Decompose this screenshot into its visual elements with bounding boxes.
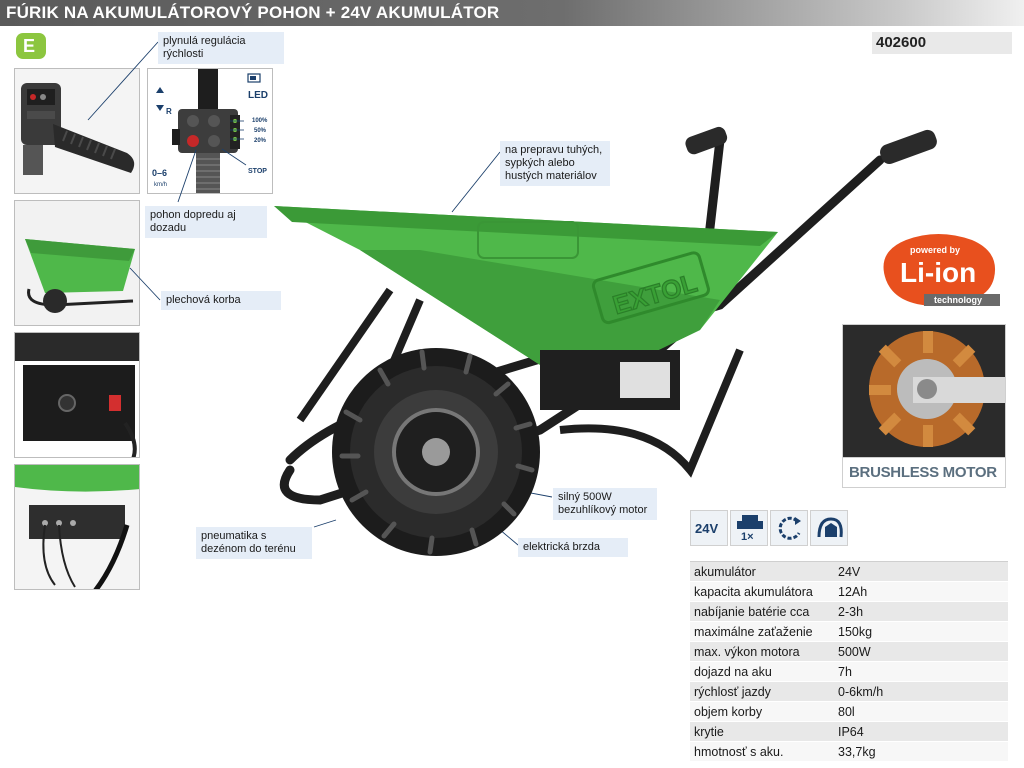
brushless-label-box: BRUSHLESS MOTOR xyxy=(843,457,1005,487)
voltage-icon-label: 24V xyxy=(695,521,719,536)
brushless-label: BRUSHLESS MOTOR xyxy=(849,464,997,481)
spec-label: objem korby xyxy=(694,705,763,719)
spec-value: IP64 xyxy=(838,725,864,739)
spec-row: hmotnosť s aku. 33,7kg xyxy=(690,742,1008,762)
spec-row: maximálne zaťaženie 150kg xyxy=(690,622,1008,642)
spec-value: 150kg xyxy=(838,625,873,639)
callout-speed-regulation: plynulá regulácia rýchlosti xyxy=(158,32,284,64)
spec-row: kapacita akumulátora 12Ah xyxy=(690,582,1008,602)
liion-technology: technology xyxy=(934,295,983,305)
spec-value: 0-6km/h xyxy=(838,685,884,699)
spec-value: 500W xyxy=(838,645,871,659)
spec-row: objem korby 80l xyxy=(690,702,1008,722)
spec-value: 24V xyxy=(838,565,861,579)
spec-label: hmotnosť s aku. xyxy=(694,745,784,759)
spec-label: kapacita akumulátora xyxy=(694,585,813,599)
spec-label: rýchlosť jazdy xyxy=(694,685,771,699)
callout-brake: elektrická brzda xyxy=(518,538,628,557)
hand-brake-icon xyxy=(810,510,848,546)
motor-stator-icon xyxy=(843,325,1005,459)
brushless-motor-image: BRUSHLESS MOTOR xyxy=(842,324,1006,488)
spec-row: nabíjanie batérie cca 2-3h xyxy=(690,602,1008,622)
liion-text: Li-ion xyxy=(900,257,977,288)
one-x-label: 1× xyxy=(741,531,754,543)
spec-row: dojazd na aku 7h xyxy=(690,662,1008,682)
callout-motor: silný 500W bezuhlíkový motor xyxy=(553,488,657,520)
spec-row: max. výkon motora 500W xyxy=(690,642,1008,662)
speed-dial-icon: 1× xyxy=(730,510,768,546)
callout-transport: na prepravu tuhých, sypkých alebo hustýc… xyxy=(500,141,610,186)
spec-value: 12Ah xyxy=(838,585,868,599)
callout-tire: pneumatika s dezénom do terénu xyxy=(196,527,312,559)
spec-value: 80l xyxy=(838,705,855,719)
spec-label: krytie xyxy=(694,725,724,739)
callout-sheet-body: plechová korba xyxy=(161,291,281,310)
spec-label: maximálne zaťaženie xyxy=(694,625,813,639)
spec-row: krytie IP64 xyxy=(690,722,1008,742)
spec-label: akumulátor xyxy=(694,565,756,579)
spec-label: nabíjanie batérie cca xyxy=(694,605,810,619)
spec-value: 7h xyxy=(838,665,852,679)
callout-forward-reverse: pohon dopredu aj dozadu xyxy=(145,206,267,238)
battery-icon: 24V xyxy=(690,510,728,546)
spec-label: dojazd na aku xyxy=(694,665,772,679)
liion-powered-by: powered by xyxy=(910,245,961,255)
spec-row: rýchlosť jazdy 0-6km/h xyxy=(690,682,1008,702)
spec-value: 2-3h xyxy=(838,605,864,619)
spec-value: 33,7kg xyxy=(838,745,876,759)
rotate-icon xyxy=(770,510,808,546)
liion-badge: powered by Li-ion technology xyxy=(876,232,1000,308)
spec-label: max. výkon motora xyxy=(694,645,800,659)
spec-table: akumulátor 24V kapacita akumulátora 12Ah n… xyxy=(690,561,1008,762)
spec-row: akumulátor 24V xyxy=(690,562,1008,582)
